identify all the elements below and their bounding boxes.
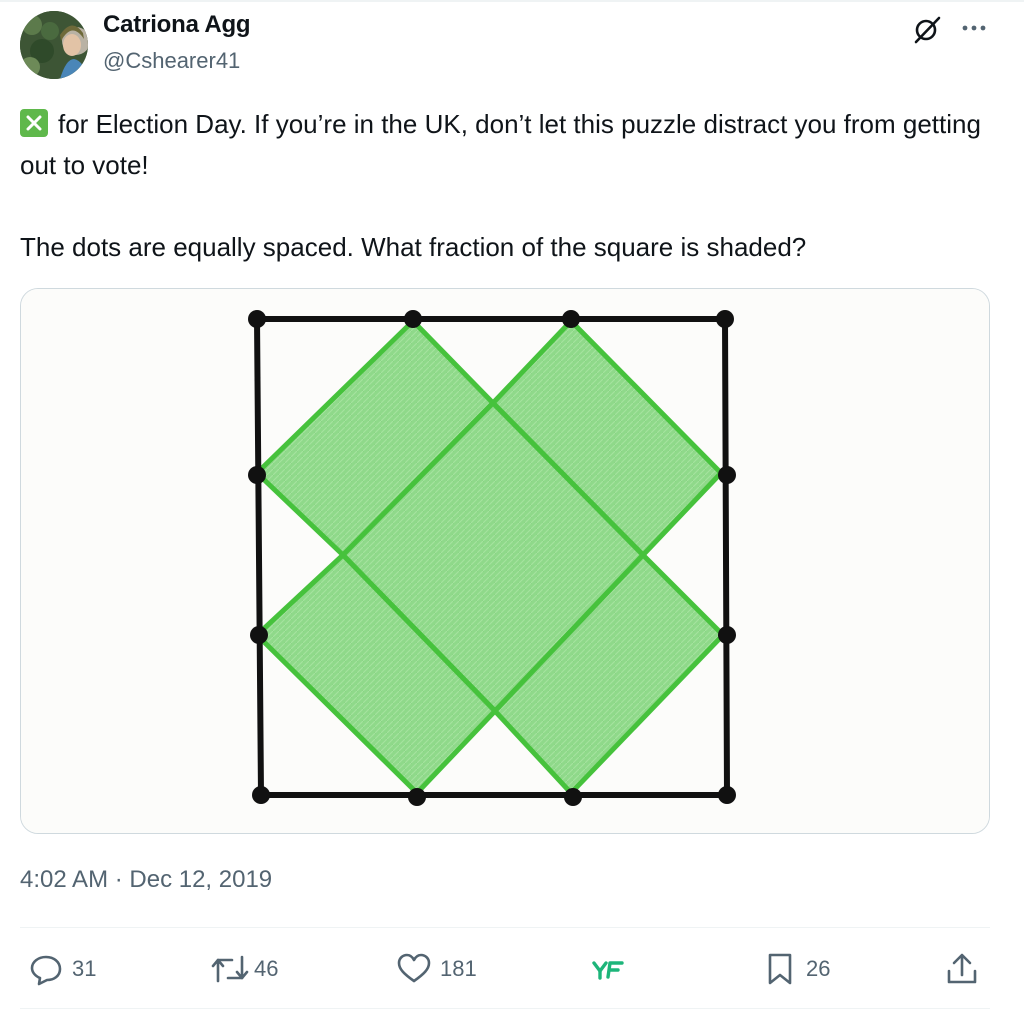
top-divider xyxy=(0,0,1024,2)
repost-count: 46 xyxy=(254,956,279,981)
like-button[interactable]: 181 xyxy=(396,948,477,990)
grok-button[interactable] xyxy=(910,12,944,46)
tweet-paragraph-2: The dots are equally spaced. What fracti… xyxy=(20,227,1000,268)
divider-top xyxy=(20,927,990,928)
like-count: 181 xyxy=(440,956,477,981)
puzzle-image xyxy=(21,289,989,833)
reply-button[interactable]: 31 xyxy=(28,948,96,990)
cross-mark-icon xyxy=(20,109,48,137)
share-button[interactable] xyxy=(944,948,980,990)
author-handle[interactable]: @Cshearer41 xyxy=(103,48,240,74)
grok-analytics-button[interactable] xyxy=(588,948,628,990)
bookmark-button[interactable]: 26 xyxy=(762,948,830,990)
avatar[interactable] xyxy=(20,11,88,79)
divider-bottom xyxy=(20,1008,990,1009)
grok-icon xyxy=(914,16,941,44)
repost-button[interactable]: 46 xyxy=(210,948,278,990)
bookmark-count: 26 xyxy=(806,956,831,981)
repost-icon xyxy=(211,955,249,983)
more-button[interactable] xyxy=(956,12,992,46)
timestamp[interactable]: 4:02 AM · Dec 12, 2019 xyxy=(20,866,272,894)
more-icon xyxy=(962,25,986,31)
reply-count: 31 xyxy=(72,956,97,981)
like-icon xyxy=(397,953,431,983)
reply-icon xyxy=(30,955,62,986)
tweet-media[interactable] xyxy=(20,288,990,834)
avatar-image xyxy=(20,11,88,79)
tweet-text: for Election Day. If you’re in the UK, d… xyxy=(20,104,1000,268)
share-icon xyxy=(947,953,977,984)
bookmark-icon xyxy=(768,953,792,985)
tweet-line-1: for Election Day. If you’re in the UK, d… xyxy=(20,109,981,180)
tweet-paragraph-1: for Election Day. If you’re in the UK, d… xyxy=(20,104,1000,186)
tweet-line-2: The dots are equally spaced. What fracti… xyxy=(20,232,807,262)
author-name[interactable]: Catriona Agg xyxy=(103,11,251,39)
grok-analytics-icon xyxy=(592,961,624,980)
